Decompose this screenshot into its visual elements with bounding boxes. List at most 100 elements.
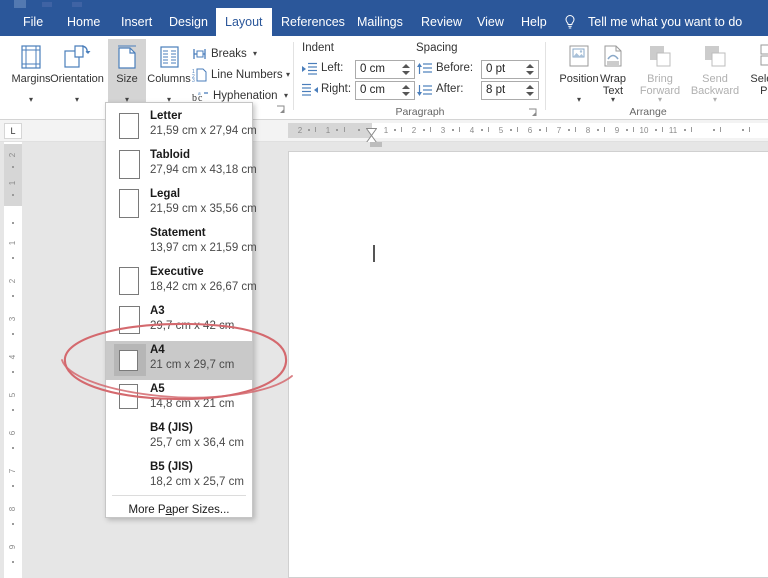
tab-insert[interactable]: Insert bbox=[112, 8, 161, 36]
menu-item-tabloid-name: Tabloid bbox=[150, 149, 191, 161]
menu-item-statement[interactable]: Statement 13,97 cm x 21,59 cm bbox=[106, 224, 257, 263]
menu-item-legal[interactable]: Legal 21,59 cm x 35,56 cm bbox=[106, 185, 257, 224]
group-divider-1 bbox=[293, 42, 294, 110]
paper-thumb-legal bbox=[119, 189, 139, 218]
paper-thumb-a5 bbox=[119, 384, 138, 409]
send-backward-button[interactable]: Send Backward ▾ bbox=[686, 39, 744, 107]
more-paper-sizes-item[interactable]: More Paper Sizes... bbox=[106, 497, 252, 523]
arrange-group-title: Arrange bbox=[629, 106, 667, 118]
menu-item-a5[interactable]: A5 14,8 cm x 21 cm bbox=[106, 380, 252, 419]
line-numbers-caret-icon[interactable]: ▾ bbox=[286, 65, 290, 85]
send-backward-caret-icon[interactable]: ▾ bbox=[686, 96, 744, 104]
selection-pane-button[interactable]: Selection Pane bbox=[744, 39, 768, 107]
hruler-tick-2l: 2 bbox=[297, 126, 303, 135]
menu-item-b5-jis-name: B5 (JIS) bbox=[150, 461, 193, 473]
menu-item-executive-dims: 18,42 cm x 26,67 cm bbox=[150, 281, 257, 293]
wrap-text-caret-icon[interactable]: ▾ bbox=[592, 96, 634, 104]
hruler-tick-8: 8 bbox=[585, 126, 591, 135]
columns-button[interactable]: Columns ▾ bbox=[146, 39, 192, 107]
group-arrange: Position ▾ Wrap Text ▾ Bring Forward ▾ S… bbox=[548, 36, 768, 120]
tab-review[interactable]: Review bbox=[412, 8, 471, 36]
menu-item-b4-jis-name: B4 (JIS) bbox=[150, 422, 193, 434]
group-divider-2 bbox=[545, 42, 546, 110]
menu-item-b5-jis[interactable]: B5 (JIS) 18,2 cm x 25,7 cm bbox=[106, 458, 252, 497]
tab-home[interactable]: Home bbox=[58, 8, 109, 36]
menu-item-a4-name: A4 bbox=[150, 344, 165, 356]
columns-label: Columns bbox=[147, 73, 191, 85]
hruler-tick-6: 6 bbox=[527, 126, 533, 135]
tab-layout[interactable]: Layout bbox=[216, 8, 272, 36]
menu-item-tabloid[interactable]: Tabloid 27,94 cm x 43,18 cm bbox=[106, 146, 257, 185]
ruler-text-area bbox=[372, 123, 768, 138]
indent-right-label: Right: bbox=[321, 83, 352, 95]
orientation-button[interactable]: Orientation ▾ bbox=[46, 39, 108, 107]
vruler-tick-3: 3 bbox=[8, 316, 17, 322]
paper-size-dropdown[interactable]: Letter 21,59 cm x 27,94 cm Tabloid 27,94… bbox=[105, 102, 257, 518]
tab-file[interactable]: File bbox=[14, 8, 52, 36]
undo-quick-icon[interactable] bbox=[72, 2, 82, 7]
size-icon bbox=[114, 43, 140, 76]
more-paper-sizes-suffix: per Sizes... bbox=[171, 504, 230, 516]
menu-item-b5-jis-dims: 18,2 cm x 25,7 cm bbox=[150, 476, 244, 488]
vruler-tick-9: 9 bbox=[8, 544, 17, 550]
hruler-tick-10: 10 bbox=[639, 126, 649, 135]
tab-design[interactable]: Design bbox=[160, 8, 217, 36]
paper-thumb-executive bbox=[119, 267, 139, 295]
menu-item-executive-name: Executive bbox=[150, 266, 204, 278]
spacing-before-input[interactable]: 0 pt bbox=[481, 60, 539, 79]
document-page[interactable] bbox=[288, 151, 768, 578]
margins-icon bbox=[17, 43, 45, 76]
wrap-text-button[interactable]: Wrap Text ▾ bbox=[592, 39, 634, 107]
menu-item-b4-jis[interactable]: B4 (JIS) 25,7 cm x 36,4 cm bbox=[106, 419, 252, 458]
vruler-tick-8: 8 bbox=[8, 506, 17, 512]
hruler-tick-11: 11 bbox=[668, 126, 678, 135]
lightbulb-icon bbox=[563, 14, 577, 30]
menu-item-a3[interactable]: A3 29,7 cm x 42 cm bbox=[106, 302, 252, 341]
page-top-handle bbox=[370, 142, 382, 147]
menu-item-letter-dims: 21,59 cm x 27,94 cm bbox=[150, 125, 257, 137]
paragraph-dialog-launcher[interactable] bbox=[528, 105, 538, 116]
menu-item-a4[interactable]: A4 21 cm x 29,7 cm bbox=[106, 341, 252, 380]
indent-left-label: Left: bbox=[321, 62, 344, 74]
size-label: Size bbox=[116, 73, 138, 85]
indent-right-input[interactable]: 0 cm bbox=[355, 81, 415, 100]
save-quick-icon[interactable] bbox=[42, 2, 52, 7]
vruler-tick-5: 5 bbox=[8, 392, 17, 398]
hruler-tick-2: 2 bbox=[411, 126, 417, 135]
tab-help[interactable]: Help bbox=[512, 8, 556, 36]
vruler-tick-7: 7 bbox=[8, 468, 17, 474]
send-backward-icon bbox=[702, 43, 728, 74]
bring-forward-caret-icon[interactable]: ▾ bbox=[634, 96, 686, 104]
bring-forward-button[interactable]: Bring Forward ▾ bbox=[634, 39, 686, 107]
breaks-icon bbox=[192, 46, 208, 62]
tab-mailings[interactable]: Mailings bbox=[348, 8, 412, 36]
hruler-tick-5: 5 bbox=[498, 126, 504, 135]
indent-left-input[interactable]: 0 cm bbox=[355, 60, 415, 79]
indent-right-stepper[interactable] bbox=[401, 82, 412, 99]
spacing-before-label: Before: bbox=[436, 62, 474, 74]
menu-item-a3-dims: 29,7 cm x 42 cm bbox=[150, 320, 235, 332]
tell-me-search[interactable]: Tell me what you want to do bbox=[588, 8, 742, 36]
size-button[interactable]: Size ▾ bbox=[108, 39, 146, 107]
bring-forward-label: Bring bbox=[647, 73, 673, 85]
menu-item-a4-dims: 21 cm x 29,7 cm bbox=[150, 359, 235, 371]
tab-references[interactable]: References bbox=[272, 8, 354, 36]
hruler-tick-3: 3 bbox=[440, 126, 446, 135]
indent-left-stepper[interactable] bbox=[401, 61, 412, 78]
tab-stop-selector[interactable]: L bbox=[4, 123, 22, 139]
page-setup-dialog-launcher[interactable] bbox=[276, 102, 286, 113]
spacing-before-stepper[interactable] bbox=[525, 61, 536, 78]
vruler-tick-2: 2 bbox=[8, 278, 17, 284]
tab-view[interactable]: View bbox=[468, 8, 513, 36]
spacing-after-icon bbox=[417, 82, 433, 98]
svg-text:a: a bbox=[198, 91, 201, 97]
menu-item-letter[interactable]: Letter 21,59 cm x 27,94 cm bbox=[106, 107, 257, 146]
spacing-after-input[interactable]: 8 pt bbox=[481, 81, 539, 100]
spacing-after-stepper[interactable] bbox=[525, 82, 536, 99]
menu-item-executive[interactable]: Executive 18,42 cm x 26,67 cm bbox=[106, 263, 257, 302]
spacing-after-value: 8 pt bbox=[486, 84, 506, 96]
orientation-caret-icon[interactable]: ▾ bbox=[46, 96, 108, 104]
wrap-text-label: Wrap bbox=[599, 73, 627, 85]
breaks-caret-icon[interactable]: ▾ bbox=[253, 44, 257, 64]
menu-item-legal-name: Legal bbox=[150, 188, 181, 200]
